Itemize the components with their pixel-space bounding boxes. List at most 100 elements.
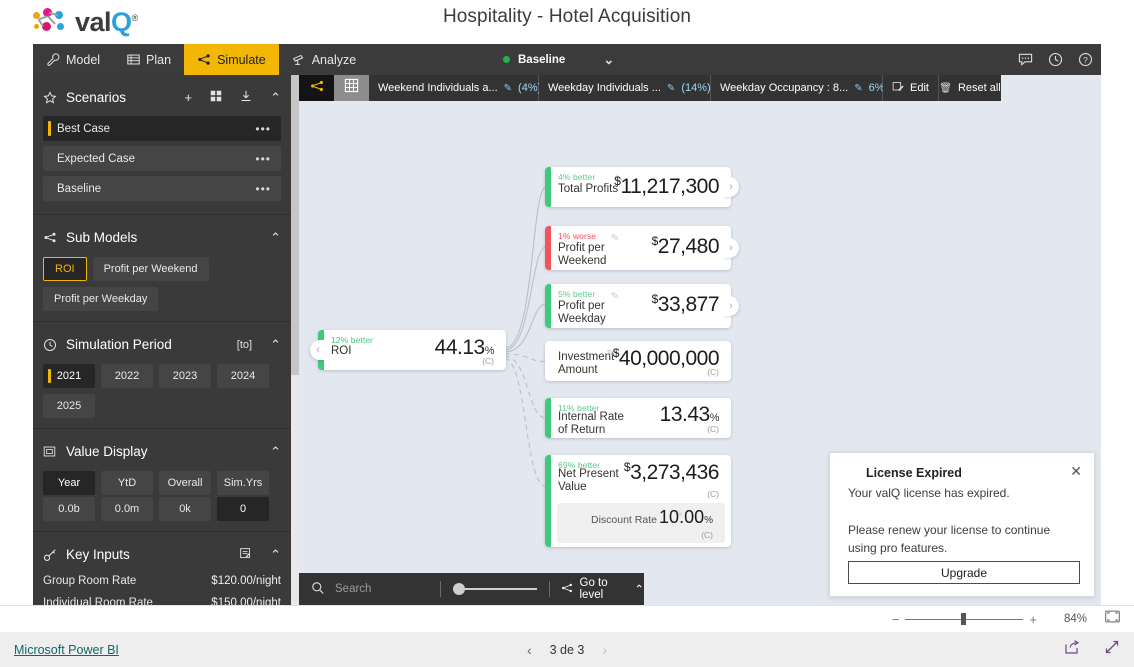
scenario-active-bar: [48, 121, 51, 136]
value-format-0[interactable]: 0: [217, 497, 269, 521]
pencil-icon[interactable]: ✎: [610, 232, 620, 244]
edit-button[interactable]: Edit: [883, 75, 939, 101]
chevron-right-icon[interactable]: ›: [602, 642, 607, 658]
value-mode-ytd[interactable]: YtD: [101, 471, 153, 495]
key-icon: [42, 547, 57, 562]
key-input-label: Individual Room Rate: [43, 597, 153, 605]
pencil-icon[interactable]: ✎: [610, 290, 620, 302]
key-input-value: $150.00/night: [211, 597, 281, 605]
nav-tab-simulate[interactable]: Simulate: [184, 44, 279, 75]
simulation-period-range[interactable]: [to]: [237, 339, 252, 351]
year-2025[interactable]: 2025: [43, 394, 95, 418]
node-internal-rate-of-return[interactable]: 11% better Internal Rate of Return 13.43…: [545, 398, 731, 438]
search-box[interactable]: Search: [299, 581, 440, 598]
add-scenario-icon[interactable]: +: [185, 90, 193, 105]
node-delta: 4% better: [558, 172, 596, 182]
fit-to-page-icon[interactable]: [1105, 610, 1120, 628]
chevron-up-icon[interactable]: ⌃: [634, 582, 644, 596]
node-roi[interactable]: 12% better ROI 44.13% (C) ‹: [310, 330, 506, 370]
collapse-scenarios-icon[interactable]: ⌃: [270, 90, 281, 106]
lever-label: Weekday Occupancy : 8...: [720, 82, 849, 94]
pencil-icon: ✎: [854, 82, 863, 94]
key-input-group-room-rate[interactable]: Group Room Rate $120.00/night: [33, 570, 291, 592]
node-net-present-value[interactable]: 69% better Net Present Value $3,273,436 …: [545, 455, 731, 547]
year-2024[interactable]: 2024: [217, 364, 269, 388]
sidebar-scrollbar-thumb[interactable]: [291, 75, 299, 375]
reset-all-button[interactable]: 🗑 Reset all: [939, 75, 1001, 101]
canvas-bottom-bar: Search Go to level ⌃: [299, 573, 644, 605]
wrench-icon: [46, 52, 60, 67]
key-input-individual-room-rate[interactable]: Individual Room Rate $150.00/night: [33, 592, 291, 605]
subnode-discount-rate[interactable]: Discount Rate ✎ 10.00% (C): [557, 503, 725, 543]
nav-tab-model[interactable]: Model: [33, 44, 113, 75]
upgrade-button[interactable]: Upgrade: [848, 561, 1080, 584]
chevron-left-icon[interactable]: ‹: [527, 642, 532, 658]
scenario-menu-icon[interactable]: •••: [255, 152, 271, 166]
year-label: 2022: [114, 370, 140, 382]
value-mode-sim-yrs[interactable]: Sim.Yrs: [217, 471, 269, 495]
share-icon[interactable]: [1064, 639, 1080, 660]
scenario-item-baseline[interactable]: Baseline •••: [43, 176, 281, 201]
collapse-value-display-icon[interactable]: ⌃: [270, 444, 281, 460]
fullscreen-icon[interactable]: [1104, 639, 1120, 660]
comment-icon[interactable]: [1018, 52, 1033, 67]
scenario-selector[interactable]: Baseline ⌄: [503, 44, 614, 75]
sub-model-roi[interactable]: ROI: [43, 257, 87, 281]
year-2022[interactable]: 2022: [101, 364, 153, 388]
scenario-item-best-case[interactable]: Best Case •••: [43, 116, 281, 141]
collapse-simulation-period-icon[interactable]: ⌃: [270, 337, 281, 353]
zoom-slider-handle[interactable]: [961, 613, 967, 625]
lever-chip-weekend-individuals[interactable]: Weekend Individuals a... ✎ (4%) 🗑: [369, 75, 560, 101]
nav-tab-analyze[interactable]: Analyze: [279, 44, 369, 75]
node-profit-per-weekend[interactable]: 1% worse Profit per Weekend ✎ $27,480 ›: [545, 226, 739, 270]
zoom-slider[interactable]: [905, 613, 1024, 625]
scenario-menu-icon[interactable]: •••: [255, 122, 271, 136]
value-mode-overall[interactable]: Overall: [159, 471, 211, 495]
history-icon[interactable]: [1048, 52, 1063, 67]
year-2021[interactable]: 2021: [43, 364, 95, 388]
level-slider[interactable]: [452, 581, 537, 597]
nav-tab-plan[interactable]: Plan: [113, 44, 184, 75]
sub-model-profit-per-weekend[interactable]: Profit per Weekend: [92, 257, 209, 281]
grid-view-button[interactable]: [334, 75, 369, 101]
scenario-menu-icon[interactable]: •••: [255, 182, 271, 196]
nodes-icon: [197, 53, 211, 67]
chevron-down-icon[interactable]: ⌄: [603, 52, 614, 68]
close-icon[interactable]: ✕: [1070, 464, 1082, 478]
value-mode-year[interactable]: Year: [43, 471, 95, 495]
sub-model-profit-per-weekday[interactable]: Profit per Weekday: [43, 287, 159, 311]
scenario-item-expected-case[interactable]: Expected Case •••: [43, 146, 281, 171]
collapse-left-arrow[interactable]: ‹: [310, 340, 326, 360]
page-pager: ‹ 3 de 3 ›: [0, 642, 1134, 658]
edit-list-icon[interactable]: [239, 547, 252, 563]
year-2023[interactable]: 2023: [159, 364, 211, 388]
help-icon[interactable]: ?: [1078, 52, 1093, 67]
collapse-sub-models-icon[interactable]: ⌃: [270, 230, 281, 246]
zoom-in-button[interactable]: +: [1029, 612, 1037, 627]
main-navbar: Model Plan Simulate Analyze Baseline ⌄ ?: [33, 44, 1101, 75]
node-name: Profit per Weekend: [558, 242, 607, 267]
node-investment-amount[interactable]: Investment Amount ✎ $40,000,000 (C): [545, 341, 731, 381]
slider-knob[interactable]: [452, 583, 465, 595]
pencil-icon: ✎: [666, 82, 676, 94]
download-icon[interactable]: [240, 90, 252, 105]
value-format-0-0b[interactable]: 0.0b: [43, 497, 95, 521]
grid-icon[interactable]: [210, 90, 222, 105]
node-total-profits[interactable]: 4% better Total Profits ✎ $11,217,300 ›: [545, 167, 739, 207]
value-format-label: 0: [239, 503, 247, 515]
app-header: valQ® Hospitality - Hotel Acquisition: [0, 0, 1134, 44]
edit-icon: [892, 81, 904, 96]
year-label: 2021: [56, 370, 82, 382]
powerbi-zoom-bar: − + 84%: [0, 605, 1134, 632]
collapse-key-inputs-icon[interactable]: ⌃: [270, 547, 281, 563]
zoom-out-button[interactable]: −: [892, 612, 900, 627]
tree-view-button[interactable]: [299, 75, 334, 101]
value-format-0k[interactable]: 0k: [159, 497, 211, 521]
value-format-0-0m[interactable]: 0.0m: [101, 497, 153, 521]
lever-chip-weekday-occupancy[interactable]: Weekday Occupancy : 8... ✎ 6% 🗑: [711, 75, 903, 101]
year-label: 2023: [172, 370, 198, 382]
node-profit-per-weekday[interactable]: 5% better Profit per Weekday ✎ $33,877 ›: [545, 284, 739, 328]
lever-chip-weekday-individuals[interactable]: Weekday Individuals ... ✎ (14%) 🗑: [539, 75, 729, 101]
go-to-level-button[interactable]: Go to level ⌃: [550, 577, 644, 601]
telescope-icon: [292, 53, 306, 67]
